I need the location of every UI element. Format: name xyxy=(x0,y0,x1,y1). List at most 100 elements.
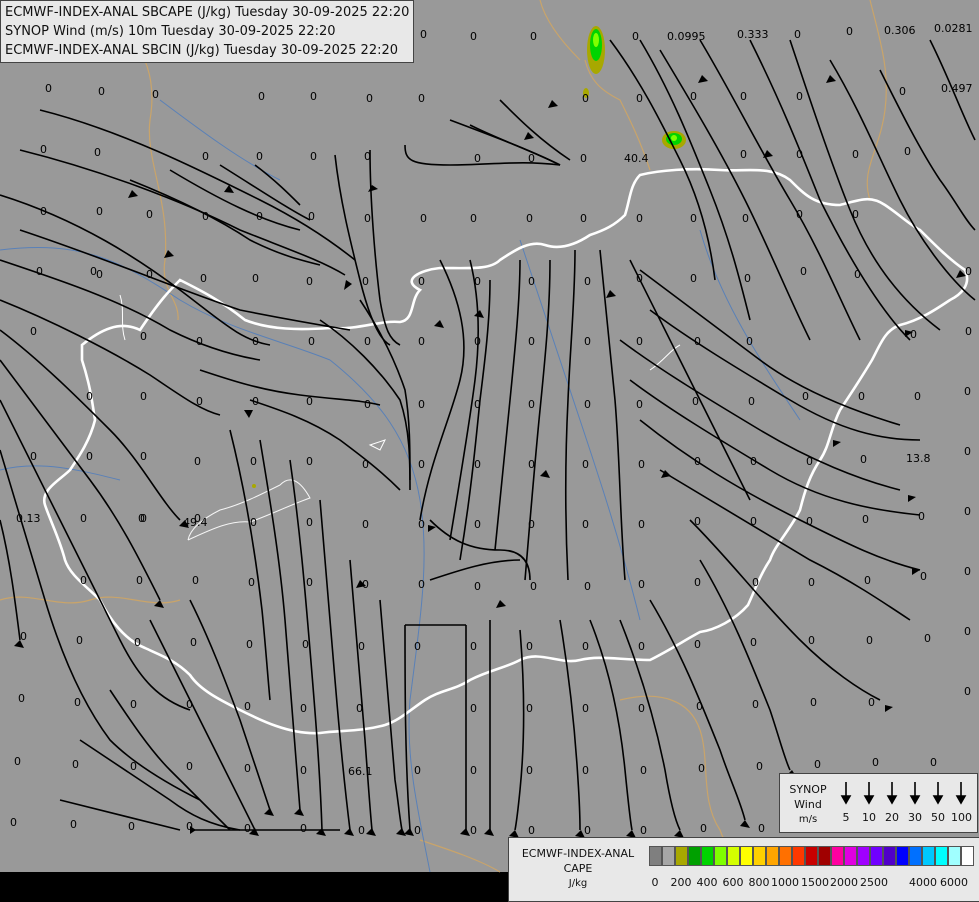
svg-text:0: 0 xyxy=(694,455,701,468)
svg-text:0: 0 xyxy=(636,212,643,225)
svg-text:0: 0 xyxy=(200,272,207,285)
cape-color-swatch xyxy=(701,846,714,866)
svg-text:0: 0 xyxy=(306,516,313,529)
value-label: 66.1 xyxy=(348,765,373,778)
station-value: 0 xyxy=(258,90,265,103)
cape-color-swatch xyxy=(922,846,935,866)
svg-text:0: 0 xyxy=(899,85,906,98)
svg-text:0: 0 xyxy=(964,685,971,698)
cape-scale-label: 1000 xyxy=(771,876,799,889)
svg-text:0: 0 xyxy=(146,268,153,281)
svg-text:0: 0 xyxy=(244,762,251,775)
svg-text:0: 0 xyxy=(846,25,853,38)
cape-color-swatch xyxy=(662,846,675,866)
svg-text:0: 0 xyxy=(130,698,137,711)
svg-text:0: 0 xyxy=(868,696,875,709)
svg-text:0: 0 xyxy=(814,758,821,771)
station-value: 0 xyxy=(366,92,373,105)
cape-legend-line: J/kg xyxy=(568,878,588,889)
svg-text:0: 0 xyxy=(750,636,757,649)
svg-text:0: 0 xyxy=(528,518,535,531)
svg-text:0: 0 xyxy=(920,570,927,583)
svg-text:0: 0 xyxy=(860,453,867,466)
svg-text:0: 0 xyxy=(186,820,193,833)
svg-text:0: 0 xyxy=(528,398,535,411)
svg-text:0: 0 xyxy=(358,824,365,837)
cape-color-swatch xyxy=(818,846,831,866)
map-canvas: 0 0 0 0 0 0 0 0 0 0 0 0 0 0 0 0 0 0 0 0 … xyxy=(0,0,979,900)
svg-text:0: 0 xyxy=(474,398,481,411)
svg-text:0: 0 xyxy=(474,335,481,348)
station-value: 0 xyxy=(310,90,317,103)
station-value: 0 xyxy=(256,150,263,163)
cape-scale-label: 2500 xyxy=(860,876,888,889)
svg-text:0: 0 xyxy=(758,822,765,835)
station-value: 0 xyxy=(418,92,425,105)
svg-text:0: 0 xyxy=(86,390,93,403)
value-label: 40.4 xyxy=(624,152,649,165)
svg-text:0: 0 xyxy=(252,335,259,348)
svg-text:0: 0 xyxy=(528,275,535,288)
svg-text:0: 0 xyxy=(690,90,697,103)
svg-text:0: 0 xyxy=(80,512,87,525)
weather-map[interactable]: 0 0 0 0 0 0 0 0 0 0 0 0 0 0 0 0 0 0 0 0 … xyxy=(0,0,979,902)
value-label: 0.306 xyxy=(884,24,916,37)
svg-text:0: 0 xyxy=(96,268,103,281)
svg-text:0: 0 xyxy=(474,458,481,471)
cape-color-swatch xyxy=(714,846,727,866)
svg-text:0: 0 xyxy=(146,208,153,221)
svg-text:0: 0 xyxy=(474,152,481,165)
cape-color-swatch xyxy=(753,846,766,866)
svg-text:0: 0 xyxy=(252,272,259,285)
svg-text:0: 0 xyxy=(694,515,701,528)
speed-label: 20 xyxy=(885,811,899,824)
svg-text:0: 0 xyxy=(582,764,589,777)
svg-text:0: 0 xyxy=(796,148,803,161)
svg-text:0: 0 xyxy=(636,398,643,411)
value-label: 0.333 xyxy=(737,28,769,41)
svg-text:0: 0 xyxy=(800,265,807,278)
svg-text:0: 0 xyxy=(256,210,263,223)
svg-text:0: 0 xyxy=(420,212,427,225)
svg-text:0: 0 xyxy=(72,758,79,771)
station-value: 0 xyxy=(45,82,52,95)
cape-color-swatch xyxy=(870,846,883,866)
synop-legend-line: Wind xyxy=(794,798,822,811)
svg-text:0: 0 xyxy=(796,208,803,221)
svg-text:0: 0 xyxy=(750,515,757,528)
svg-text:0: 0 xyxy=(418,458,425,471)
svg-text:0: 0 xyxy=(750,455,757,468)
svg-text:0: 0 xyxy=(418,335,425,348)
svg-text:0: 0 xyxy=(470,764,477,777)
cape-color-swatch xyxy=(766,846,779,866)
svg-text:0: 0 xyxy=(362,458,369,471)
cape-color-swatch xyxy=(844,846,857,866)
svg-text:0: 0 xyxy=(858,390,865,403)
svg-text:0: 0 xyxy=(18,692,25,705)
svg-text:0: 0 xyxy=(244,822,251,835)
svg-text:0: 0 xyxy=(690,272,697,285)
svg-text:0: 0 xyxy=(694,576,701,589)
svg-text:0: 0 xyxy=(700,822,707,835)
svg-text:0: 0 xyxy=(134,636,141,649)
svg-text:0: 0 xyxy=(306,275,313,288)
cape-color-legend: ECMWF-INDEX-ANAL CAPE J/kg 0 200 400 600… xyxy=(508,837,979,902)
svg-text:0: 0 xyxy=(300,764,307,777)
svg-text:0: 0 xyxy=(806,455,813,468)
svg-text:0: 0 xyxy=(528,458,535,471)
svg-text:0: 0 xyxy=(584,398,591,411)
cape-color-swatch xyxy=(792,846,805,866)
svg-text:0: 0 xyxy=(362,578,369,591)
svg-text:0: 0 xyxy=(584,580,591,593)
svg-text:0: 0 xyxy=(852,148,859,161)
svg-text:0: 0 xyxy=(584,275,591,288)
value-label: 0.0281 xyxy=(934,22,973,35)
map-title-box: ECMWF-INDEX-ANAL SBCAPE (J/kg) Tuesday 3… xyxy=(0,0,415,63)
svg-text:0: 0 xyxy=(866,634,873,647)
svg-text:0: 0 xyxy=(930,756,937,769)
svg-text:0: 0 xyxy=(358,640,365,653)
svg-text:0: 0 xyxy=(636,92,643,105)
speed-label: 50 xyxy=(931,811,945,824)
cape-scale-label: 4000 xyxy=(909,876,937,889)
svg-text:0: 0 xyxy=(638,578,645,591)
